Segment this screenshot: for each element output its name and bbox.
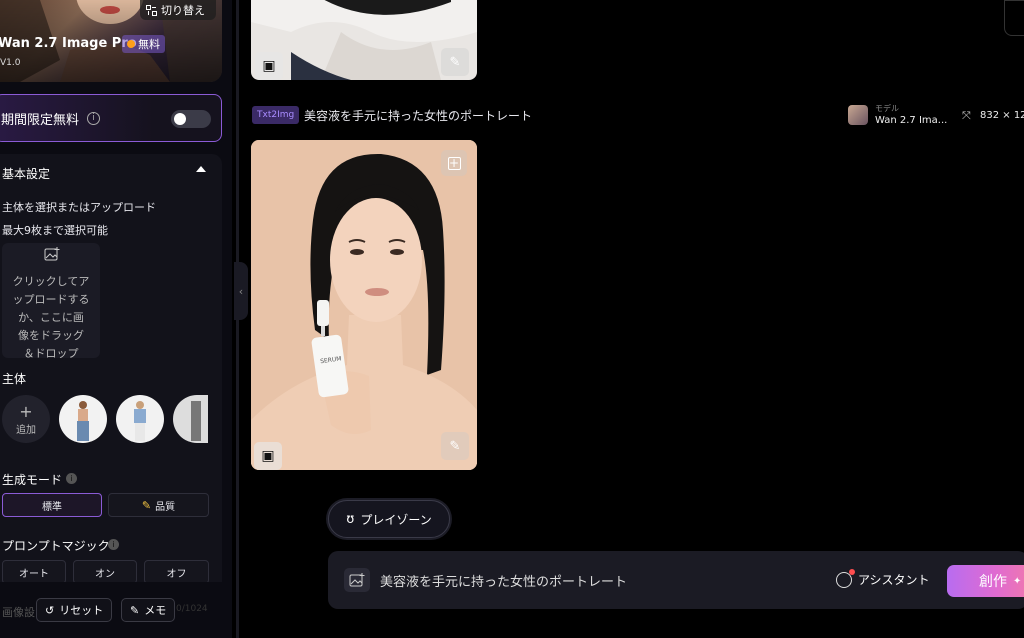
upload-instructions: クリックしてア ップロードするか、ここに画 像をドラッグ ＆ドロップ — [4, 273, 98, 363]
upload-dropzone[interactable]: クリックしてア ップロードするか、ここに画 像をドラッグ ＆ドロップ — [2, 243, 100, 360]
playzone-label: プレイゾーン — [360, 512, 432, 527]
image-settings-partial-label: 画像設 — [2, 606, 35, 619]
reset-icon: ↺ — [45, 603, 55, 617]
memo-label: メモ — [144, 604, 167, 617]
plus-icon: + — [19, 402, 33, 421]
mode-quality-button[interactable]: ✎ 品質 — [108, 493, 209, 517]
switch-model-button[interactable]: 切り替え — [140, 0, 216, 20]
prompt-type-tag: Txt2Img — [252, 106, 300, 124]
assistant-label: アシスタント — [858, 573, 930, 587]
subject-avatar[interactable] — [59, 395, 107, 443]
save-icon[interactable]: ▣ — [255, 52, 283, 80]
model-name: Wan 2.7 Image Pro — [0, 36, 137, 51]
prompt-magic-on-button[interactable]: オン — [73, 560, 137, 584]
collapse-section-icon[interactable] — [196, 166, 206, 172]
edit-icon[interactable]: ✎ — [441, 48, 469, 76]
upload-line: ップロードするか、ここに画 — [12, 293, 90, 324]
playzone-button[interactable]: ʊ プレイゾーン — [328, 500, 450, 538]
subject-avatar[interactable] — [116, 395, 164, 443]
upload-line: 像をドラッグ — [18, 329, 84, 342]
model-thumbnail — [848, 105, 868, 125]
create-button[interactable]: 創作 ✦ — [947, 565, 1024, 597]
subject-title: 主体 — [2, 372, 27, 386]
save-icon[interactable]: ▣ — [254, 442, 282, 470]
image-size-value: 832 × 1216 — [980, 110, 1024, 121]
upload-line: ＆ドロップ — [23, 347, 79, 360]
limited-free-label: 期間限定無料 — [1, 113, 80, 128]
generation-mode-title: 生成モード — [2, 473, 63, 487]
sidebar: 切り替え Wan 2.7 Image Pro 無料 V1.0 期間限定無料 i … — [0, 0, 232, 638]
prompt-composer: 美容液を手元に持った女性のポートレート アシスタント 創作 ✦ — [328, 551, 1024, 609]
model-meta-label: モデル — [875, 104, 899, 113]
memo-icon: ✎ — [130, 603, 140, 617]
quality-icon: ✎ — [141, 498, 152, 512]
collapse-sidebar-handle[interactable]: ‹ — [234, 262, 248, 320]
memo-button[interactable]: ✎ メモ — [121, 598, 176, 622]
prompt-magic-title: プロンプトマジック — [2, 539, 110, 553]
image-upload-icon — [44, 247, 60, 261]
create-label: 創作 — [979, 574, 1007, 590]
reset-label: リセット — [59, 604, 104, 617]
generated-image-card[interactable]: SERUM + ▣ ✎ — [251, 140, 477, 470]
model-card[interactable]: 切り替え Wan 2.7 Image Pro 無料 V1.0 — [0, 0, 222, 82]
free-badge: 無料 — [122, 35, 165, 53]
info-icon[interactable]: i — [66, 473, 77, 484]
prompt-magic-auto-button[interactable]: オート — [2, 560, 66, 584]
image-attach-icon[interactable] — [344, 568, 370, 592]
generated-image: SERUM — [251, 140, 477, 470]
model-meta-value: Wan 2.7 Ima... — [875, 115, 948, 126]
prompt-magic-off-button[interactable]: オフ — [144, 560, 209, 584]
add-subject-button[interactable]: + 追加 — [2, 395, 50, 443]
switch-label: 切り替え — [161, 4, 205, 17]
basic-settings-title: 基本設定 — [2, 167, 51, 181]
prompt-magic-on-label: オン — [95, 568, 115, 580]
info-icon[interactable]: i — [87, 112, 100, 125]
add-subject-label: 追加 — [16, 425, 36, 436]
add-icon[interactable]: + — [441, 150, 467, 176]
playzone-icon: ʊ — [346, 511, 355, 527]
model-version: V1.0 — [0, 58, 21, 68]
coin-icon — [127, 40, 135, 48]
assistant-button[interactable]: アシスタント — [836, 568, 930, 588]
sidebar-bottom-bar: 画像設 0/1024 ↺ リセット ✎ メモ — [0, 582, 232, 638]
assistant-icon — [836, 568, 855, 588]
toggle-knob — [174, 113, 186, 125]
limited-free-toggle[interactable] — [171, 110, 211, 128]
memo-counter: 0/1024 — [176, 604, 208, 614]
mode-standard-button[interactable]: 標準 — [2, 493, 102, 517]
limited-free-panel: 期間限定無料 i — [0, 94, 222, 142]
prompt-input[interactable]: 美容液を手元に持った女性のポートレート — [380, 571, 627, 590]
subject-avatar-image — [77, 401, 89, 441]
prompt-magic-off-label: オフ — [166, 568, 187, 580]
reset-button[interactable]: ↺ リセット — [36, 598, 113, 622]
mode-quality-label: 品質 — [155, 501, 176, 513]
edit-icon[interactable]: ✎ — [441, 432, 469, 460]
chevron-left-icon: ‹ — [238, 284, 244, 298]
mode-standard-label: 標準 — [42, 501, 62, 513]
resolution-icon: ⤧ — [962, 109, 971, 122]
subject-avatar-image — [134, 401, 146, 441]
upload-line: クリックしてア — [12, 275, 90, 288]
sparkle-icon: ✦ — [1013, 575, 1022, 587]
generated-image-card[interactable]: ▣ ✎ — [251, 0, 477, 80]
free-badge-label: 無料 — [138, 38, 160, 51]
subject-upload-title: 主体を選択またはアップロード — [2, 201, 156, 214]
prompt-magic-auto-label: オート — [19, 568, 49, 580]
switch-icon — [146, 4, 157, 16]
top-right-button[interactable] — [1004, 0, 1024, 36]
prompt-text: 美容液を手元に持った女性のポートレート — [304, 109, 533, 123]
info-icon[interactable]: i — [108, 539, 119, 550]
subject-upload-limit: 最大9枚まで選択可能 — [2, 224, 108, 237]
